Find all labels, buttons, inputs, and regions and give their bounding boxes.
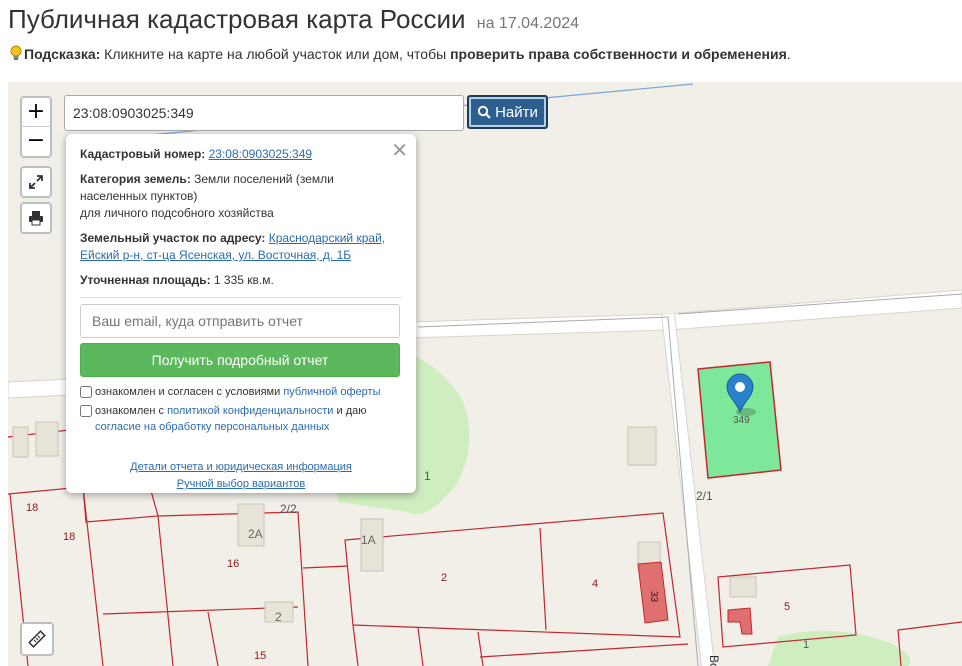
print-button[interactable] [20,202,52,234]
privacy-agreement: ознакомлен с политикой конфиденциальност… [80,403,402,435]
zoom-in-button[interactable]: + [22,98,50,127]
privacy-policy-link[interactable]: политикой конфиденциальности [167,405,333,417]
cadastral-number-row: Кадастровый номер: 23:08:0903025:349 [80,146,402,163]
lightbulb-icon [10,45,22,64]
cadastral-label: Кадастровый номер: [80,147,206,161]
area-label: Уточненная площадь: [80,273,211,287]
cadastral-search-input[interactable] [64,95,464,131]
privacy-checkbox[interactable] [80,405,92,417]
report-details-link[interactable]: Детали отчета и юридическая информация [80,459,402,476]
ruler-icon [28,630,46,648]
map-label: 2 [441,572,447,584]
parcel-info-popup: ✕ Кадастровый номер: 23:08:0903025:349 К… [66,134,416,493]
popup-links: Детали отчета и юридическая информация Р… [80,459,402,493]
map-label: 18 [63,531,75,543]
search-button-label: Найти [495,103,538,121]
divider [80,297,402,298]
privacy-mid-text: и даю [333,405,367,417]
expand-icon [29,175,43,189]
map-label: 2 [275,610,282,624]
hint-text: Кликните на карте на любой участок или д… [100,46,451,62]
privacy-text: ознакомлен с [95,405,168,417]
map-label: 1А [361,533,376,547]
public-offer-link[interactable]: публичной оферты [283,386,380,398]
email-field[interactable] [80,304,400,338]
zoom-out-button[interactable]: − [22,127,50,156]
hint-end: . [786,46,791,62]
offer-agreement: ознакомлен и согласен с условиями публич… [80,384,402,400]
search-button[interactable]: Найти [467,95,548,129]
close-icon[interactable]: ✕ [391,138,408,162]
category-purpose: для личного подсобного хозяйства [80,206,274,220]
address-label: Земельный участок по адресу: [80,231,266,245]
plot-label-349: 349 [733,415,750,426]
hint-bold: проверить права собственности и обремене… [450,46,787,62]
map-label: 33 [648,591,659,603]
offer-checkbox[interactable] [80,386,92,398]
page-title: Публичная кадастровая карта России на 17… [8,4,579,35]
search-icon [477,105,491,119]
offer-text: ознакомлен и согласен с условиями [95,386,284,398]
manual-selection-link[interactable]: Ручной выбор вариантов [80,476,402,493]
map-label: 15 [254,650,266,662]
map-label: 2А [248,527,263,541]
map-label: 2/1 [696,489,713,503]
map-label: 4 [592,578,598,590]
page-date: на 17.04.2024 [476,15,580,32]
area-value: 1 335 кв.м. [210,273,274,287]
map-label: 1 [803,639,809,651]
hint-label: Подсказка: [24,46,101,62]
page-title-text: Публичная кадастровая карта России [8,4,466,34]
land-category-row: Категория земель: Земли поселений (земли… [80,171,402,222]
measure-button[interactable] [20,622,54,656]
cadastral-number-link[interactable]: 23:08:0903025:349 [209,147,312,161]
map-label: 5 [784,601,790,613]
get-report-button[interactable]: Получить подробный отчет [80,343,400,377]
zoom-control: + − [20,96,52,158]
map-label: Во [707,655,721,666]
hint: Подсказка: Кликните на карте на любой уч… [10,45,791,64]
map-label: 1 [424,469,431,483]
printer-icon [29,211,43,226]
map-label: 18 [26,502,38,514]
map-label: 16 [227,558,239,570]
area-row: Уточненная площадь: 1 335 кв.м. [80,272,402,289]
personal-data-consent-link[interactable]: согласие на обработку персональных данны… [95,421,329,433]
cadastral-map[interactable]: 349 18 18 16 2А 2/2 2 15 1А 2 4 33 1 2/1… [8,82,962,666]
fullscreen-button[interactable] [20,166,52,198]
map-label: 2/2 [280,502,297,516]
category-label: Категория земель: [80,172,191,186]
address-row: Земельный участок по адресу: Краснодарск… [80,230,402,264]
